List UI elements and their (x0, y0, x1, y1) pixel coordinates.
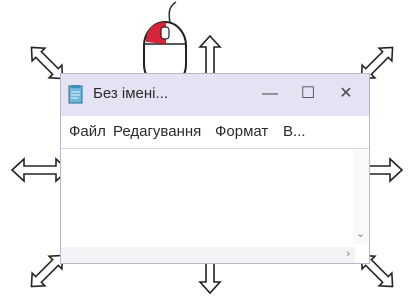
menu-format[interactable]: Формат (215, 123, 268, 140)
menu-file[interactable]: Файл (69, 123, 106, 140)
menu-edit[interactable]: Редагування (113, 123, 201, 140)
window-title: Без імені... (93, 85, 169, 102)
minimize-button[interactable]: — (259, 83, 281, 105)
text-area[interactable] (61, 149, 369, 263)
title-bar[interactable]: Без імені... — ☐ ✕ (61, 74, 369, 116)
notepad-window[interactable]: Без імені... — ☐ ✕ Файл Редагування Форм… (60, 73, 370, 264)
horizontal-scrollbar[interactable]: › (61, 247, 355, 263)
notepad-icon (68, 85, 83, 104)
vertical-scrollbar[interactable]: ⌄ (353, 149, 369, 244)
menu-view[interactable]: В... (283, 123, 306, 140)
scroll-down-icon[interactable]: ⌄ (356, 227, 365, 240)
menu-bar: Файл Редагування Формат В... (61, 116, 369, 149)
scroll-right-icon[interactable]: › (346, 248, 350, 260)
close-button[interactable]: ✕ (335, 83, 357, 105)
maximize-button[interactable]: ☐ (297, 83, 319, 105)
